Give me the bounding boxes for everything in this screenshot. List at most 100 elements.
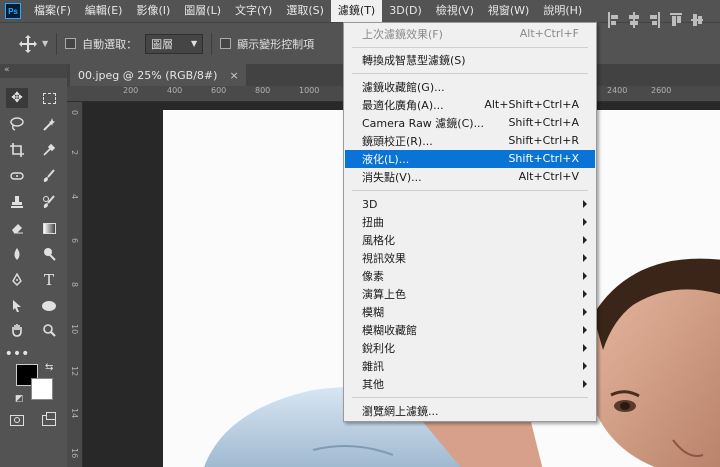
menu-item-convert-smart-filters[interactable]: 轉換成智慧型濾鏡(S) (345, 51, 595, 69)
magic-wand-icon[interactable] (38, 114, 60, 134)
auto-select-target-value: 圖層 (151, 37, 174, 51)
menu-item-adaptive-wide-angle[interactable]: 最適化廣角(A)... Alt+Shift+Ctrl+A (345, 96, 595, 114)
tools-panel: « ✥ T ••• ⇆ ◩ (0, 64, 67, 467)
history-brush-icon[interactable] (38, 192, 60, 212)
path-selection-icon[interactable] (6, 296, 28, 316)
menu-item-label: 扭曲 (362, 216, 384, 229)
auto-select-target-dropdown[interactable]: 圖層 ▼ (145, 33, 204, 54)
screen-mode-icon[interactable] (38, 410, 60, 430)
lasso-tool-icon[interactable] (6, 114, 28, 134)
divider (56, 32, 58, 55)
menu-item-label: 轉換成智慧型濾鏡(S) (362, 54, 466, 67)
more-tools-icon[interactable]: ••• (5, 344, 30, 364)
menu-item-noise[interactable]: 雜訊 (345, 357, 595, 375)
menu-window[interactable]: 視窗(W) (481, 0, 536, 22)
menu-help[interactable]: 說明(H) (536, 0, 589, 22)
document-tab-title: 00.jpeg @ 25% (RGB/8#) (78, 68, 218, 82)
eraser-tool-icon[interactable] (6, 218, 28, 238)
collapse-icon[interactable]: « (4, 65, 10, 75)
menu-item-sharpen[interactable]: 銳利化 (345, 339, 595, 357)
background-color-swatch[interactable] (31, 378, 53, 400)
hand-tool-icon[interactable] (6, 320, 28, 340)
submenu-arrow-icon (583, 254, 587, 262)
menu-type[interactable]: 文字(Y) (228, 0, 279, 22)
menu-item-label: 雜訊 (362, 360, 384, 373)
blur-tool-icon[interactable] (6, 244, 28, 264)
chevron-down-icon[interactable]: ▼ (42, 39, 48, 48)
ellipse-tool-icon[interactable] (38, 296, 60, 316)
menu-item-label: 風格化 (362, 234, 395, 247)
menu-layer[interactable]: 圖層(L) (177, 0, 228, 22)
crop-tool-icon[interactable] (6, 140, 28, 160)
type-tool-icon[interactable]: T (38, 270, 60, 290)
dodge-tool-icon[interactable] (38, 244, 60, 264)
menu-item-pixelate[interactable]: 像素 (345, 267, 595, 285)
menu-item-filter-gallery[interactable]: 濾鏡收藏館(G)... (345, 78, 595, 96)
menu-select[interactable]: 選取(S) (279, 0, 331, 22)
menu-image[interactable]: 影像(I) (129, 0, 177, 22)
pen-tool-icon[interactable] (6, 270, 28, 290)
ruler-tick: 400 (167, 86, 183, 95)
menu-item-liquify[interactable]: 液化(L)... Shift+Ctrl+X (345, 150, 595, 168)
menu-separator (352, 190, 588, 191)
menu-item-render[interactable]: 演算上色 (345, 285, 595, 303)
menu-item-shortcut: Shift+Ctrl+R (508, 134, 579, 147)
clone-stamp-icon[interactable] (6, 192, 28, 212)
tools-panel-header[interactable]: « (0, 64, 67, 78)
vertical-ruler[interactable]: 0 2 4 6 8 10 12 14 16 (67, 102, 83, 467)
auto-select-label: 自動選取： (82, 37, 138, 51)
menu-file[interactable]: 檔案(F) (27, 0, 78, 22)
auto-select-checkbox[interactable] (65, 38, 77, 49)
menu-item-camera-raw[interactable]: Camera Raw 濾鏡(C)... Shift+Ctrl+A (345, 114, 595, 132)
menu-item-blur-gallery[interactable]: 模糊收藏館 (345, 321, 595, 339)
menu-item-last-filter[interactable]: 上次濾鏡效果(F) Alt+Ctrl+F (345, 25, 595, 43)
eyedropper-icon[interactable] (38, 140, 60, 160)
menu-item-label: 3D (362, 197, 378, 211)
document-tab[interactable]: 00.jpeg @ 25% (RGB/8#) × (70, 64, 246, 86)
quick-mask-icon[interactable] (6, 410, 28, 430)
menu-item-distort[interactable]: 扭曲 (345, 213, 595, 231)
menu-separator (352, 73, 588, 74)
gradient-tool-icon[interactable] (38, 218, 60, 238)
move-tool-icon[interactable]: ✥ (6, 88, 28, 108)
show-transform-checkbox[interactable] (220, 38, 232, 49)
move-tool-icon[interactable] (18, 34, 38, 54)
align-middle-icon[interactable] (690, 10, 704, 30)
menu-item-stylize[interactable]: 風格化 (345, 231, 595, 249)
zoom-tool-icon[interactable] (38, 320, 60, 340)
menu-item-lens-correction[interactable]: 鏡頭校正(R)... Shift+Ctrl+R (345, 132, 595, 150)
ruler-tick: 2600 (651, 86, 672, 95)
menu-item-label: 模糊 (362, 306, 384, 319)
menu-filter[interactable]: 濾鏡(T) (330, 0, 383, 22)
menu-3d[interactable]: 3D(D) (382, 0, 429, 22)
menu-item-label: 液化(L)... (362, 153, 410, 166)
menu-item-label: 濾鏡收藏館(G)... (362, 81, 445, 94)
menu-view[interactable]: 檢視(V) (429, 0, 481, 22)
healing-brush-icon[interactable] (6, 166, 28, 186)
marquee-tool-icon[interactable] (38, 88, 60, 108)
submenu-arrow-icon (583, 380, 587, 388)
swap-colors-icon[interactable]: ⇆ (45, 362, 53, 373)
ruler-tick: 2400 (607, 86, 628, 95)
menu-edit[interactable]: 編輯(E) (78, 0, 130, 22)
menu-item-label: 上次濾鏡效果(F) (362, 28, 443, 41)
ruler-tick: 8 (70, 282, 79, 288)
brush-tool-icon[interactable] (38, 166, 60, 186)
menu-item-vanishing-point[interactable]: 消失點(V)... Alt+Ctrl+V (345, 168, 595, 186)
menu-item-3d[interactable]: 3D (345, 195, 595, 213)
align-top-icon[interactable] (669, 10, 683, 30)
menu-item-other[interactable]: 其他 (345, 375, 595, 393)
align-left-icon[interactable] (606, 10, 620, 30)
ruler-tick: 4 (70, 194, 79, 200)
submenu-arrow-icon (583, 344, 587, 352)
menu-item-blur[interactable]: 模糊 (345, 303, 595, 321)
menu-item-video[interactable]: 視訊效果 (345, 249, 595, 267)
photoshop-logo[interactable]: Ps (5, 3, 21, 19)
align-center-icon[interactable] (627, 10, 641, 30)
close-icon[interactable]: × (229, 69, 238, 82)
menu-item-browse-online[interactable]: 瀏覽網上濾鏡... (345, 402, 595, 420)
menu-item-label: 其他 (362, 378, 384, 391)
ruler-tick: 16 (70, 448, 79, 459)
default-colors-icon[interactable]: ◩ (15, 394, 24, 404)
align-right-icon[interactable] (648, 10, 662, 30)
